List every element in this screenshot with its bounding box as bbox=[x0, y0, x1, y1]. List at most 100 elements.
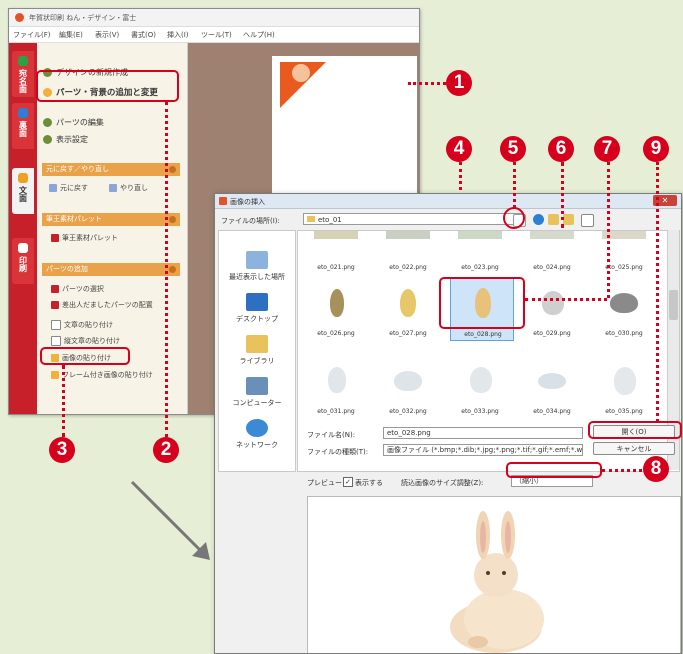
palette-title: 筆王素材パレット bbox=[46, 215, 102, 223]
back-icon[interactable] bbox=[533, 214, 544, 225]
flower-decoration bbox=[292, 64, 310, 82]
section-palette[interactable]: 筆王素材パレット bbox=[42, 213, 180, 226]
file-item[interactable]: eto_034.png bbox=[522, 357, 582, 417]
tab-back-label: 裏面 bbox=[18, 121, 28, 137]
filetype-dropdown[interactable]: 画像ファイル (*.bmp;*.dib;*.jpg;*.png;*.tif;*.… bbox=[383, 444, 583, 456]
file-item[interactable]: eto_024.png bbox=[522, 231, 582, 273]
leader-line-1 bbox=[408, 82, 446, 85]
callout-5: 5 bbox=[500, 136, 526, 162]
place-desktop[interactable]: デスクトップ bbox=[219, 293, 295, 324]
place-network-label: ネットワーク bbox=[236, 441, 278, 449]
up-folder-icon[interactable] bbox=[548, 214, 559, 225]
file-item[interactable]: eto_026.png bbox=[306, 279, 366, 339]
filename-label: ファイル名(N): bbox=[307, 431, 356, 439]
paste-framed-image-label: フレーム付き画像の貼り付け bbox=[62, 371, 153, 379]
file-name: eto_026.png bbox=[317, 330, 355, 337]
parts-select-label: パーツの選択 bbox=[62, 285, 104, 293]
leader-line-7 bbox=[607, 162, 610, 298]
paste-text[interactable]: 文章の貼り付け bbox=[51, 320, 113, 330]
menu-help[interactable]: ヘルプ(H) bbox=[243, 30, 275, 40]
file-item[interactable]: eto_033.png bbox=[450, 357, 510, 417]
tab-print[interactable]: 印刷 bbox=[12, 238, 34, 284]
place-network[interactable]: ネットワーク bbox=[219, 419, 295, 450]
look-in-value: eto_01 bbox=[318, 216, 342, 224]
collapse-icon bbox=[169, 216, 176, 223]
look-in-dropdown[interactable]: eto_01 bbox=[303, 213, 523, 225]
section-undo-redo[interactable]: 元に戻す／やり直し bbox=[42, 163, 180, 176]
view-menu-icon[interactable] bbox=[581, 214, 594, 227]
place-library[interactable]: ライブラリ bbox=[219, 335, 295, 366]
file-name: eto_025.png bbox=[605, 264, 643, 271]
image-preview bbox=[307, 496, 681, 653]
menu-insert[interactable]: 挿入(I) bbox=[167, 30, 189, 40]
rabbit-thumbnail bbox=[328, 367, 346, 393]
nav-edit-parts[interactable]: パーツの編集 bbox=[43, 117, 181, 132]
rabbit-thumbnail bbox=[610, 293, 638, 313]
file-name: eto_027.png bbox=[389, 330, 427, 337]
design-tab-icon bbox=[18, 173, 28, 183]
menu-tools[interactable]: ツール(T) bbox=[201, 30, 232, 40]
rabbit-preview-image bbox=[450, 511, 544, 653]
file-item[interactable]: eto_030.png bbox=[594, 279, 654, 339]
dialog-titlebar: 画像の挿入 ✕ bbox=[215, 194, 681, 209]
palette-item[interactable]: 筆王素材パレット bbox=[51, 233, 118, 243]
file-item[interactable]: eto_027.png bbox=[378, 279, 438, 339]
tab-address[interactable]: 宛名面 bbox=[12, 51, 34, 97]
file-item[interactable]: eto_025.png bbox=[594, 231, 654, 273]
menu-view[interactable]: 表示(V) bbox=[95, 30, 119, 40]
new-folder-icon[interactable] bbox=[563, 214, 574, 225]
tab-design[interactable]: 文面 bbox=[12, 168, 34, 214]
file-name: eto_021.png bbox=[317, 264, 355, 271]
cancel-button[interactable]: キャンセル bbox=[593, 442, 675, 455]
desktop-icon bbox=[246, 293, 268, 311]
recent-places-icon bbox=[246, 251, 268, 269]
file-item[interactable]: eto_021.png bbox=[306, 231, 366, 273]
place-computer[interactable]: コンピューター bbox=[219, 377, 295, 408]
arrow-icon bbox=[130, 480, 210, 560]
file-item[interactable]: eto_035.png bbox=[594, 357, 654, 417]
callout-1: 1 bbox=[446, 70, 472, 96]
file-item[interactable]: eto_029.png bbox=[522, 279, 582, 339]
callout-6: 6 bbox=[548, 136, 574, 162]
leader-line-7b bbox=[525, 298, 607, 301]
app-title: 年賀状印刷 ねん・デザイン・富士 bbox=[29, 14, 137, 22]
file-item[interactable]: eto_032.png bbox=[378, 357, 438, 417]
filename-input[interactable]: eto_028.png bbox=[383, 427, 583, 439]
show-preview-checkbox[interactable]: ✓ bbox=[343, 477, 353, 487]
network-icon bbox=[246, 419, 268, 437]
leader-line-3 bbox=[62, 365, 65, 437]
undo-button[interactable]: 元に戻す bbox=[49, 183, 88, 193]
vertical-tab-bar: 宛名面 裏面 文面 印刷 bbox=[9, 43, 37, 414]
file-item[interactable]: eto_031.png bbox=[306, 357, 366, 417]
menu-edit[interactable]: 編集(E) bbox=[59, 30, 83, 40]
place-recent[interactable]: 最近表示した場所 bbox=[219, 251, 295, 282]
paste-vertical-text[interactable]: 縦文章の貼り付け bbox=[51, 336, 120, 346]
section-parts-add[interactable]: パーツの追加 bbox=[42, 263, 180, 276]
rabbit-thumbnail bbox=[614, 367, 636, 395]
undo-icon bbox=[49, 184, 57, 192]
dialog-icon bbox=[219, 197, 227, 205]
nav-display-settings[interactable]: 表示設定 bbox=[43, 134, 181, 149]
parts-select[interactable]: パーツの選択 bbox=[51, 284, 104, 294]
filetype-value: 画像ファイル (*.bmp;*.dib;*.jpg;*.png;*.tif;*.… bbox=[387, 446, 583, 454]
computer-icon bbox=[246, 377, 268, 395]
file-item[interactable]: eto_023.png bbox=[450, 231, 510, 273]
file-thumbnail bbox=[314, 231, 358, 239]
redo-button[interactable]: やり直し bbox=[109, 183, 148, 193]
menu-file[interactable]: ファイル(F) bbox=[13, 30, 51, 40]
parts-sender[interactable]: 差出人だましたパーツの配置 bbox=[51, 300, 153, 310]
redo-label: やり直し bbox=[120, 184, 148, 192]
menu-format[interactable]: 書式(O) bbox=[131, 30, 156, 40]
file-name: eto_032.png bbox=[389, 408, 427, 415]
file-item[interactable]: eto_022.png bbox=[378, 231, 438, 273]
scrollbar-thumb[interactable] bbox=[669, 290, 678, 320]
parts-sender-label: 差出人だましたパーツの配置 bbox=[62, 301, 153, 309]
callout-9: 9 bbox=[643, 136, 669, 162]
file-name: eto_029.png bbox=[533, 330, 571, 337]
file-thumbnail bbox=[458, 231, 502, 239]
paste-framed-image[interactable]: フレーム付き画像の貼り付け bbox=[51, 370, 153, 380]
dialog-title: 画像の挿入 bbox=[230, 198, 265, 206]
show-preview-label: 表示する bbox=[355, 479, 383, 487]
resize-label: 読込画像のサイズ調整(Z): bbox=[401, 479, 484, 487]
tab-back[interactable]: 裏面 bbox=[12, 103, 34, 149]
